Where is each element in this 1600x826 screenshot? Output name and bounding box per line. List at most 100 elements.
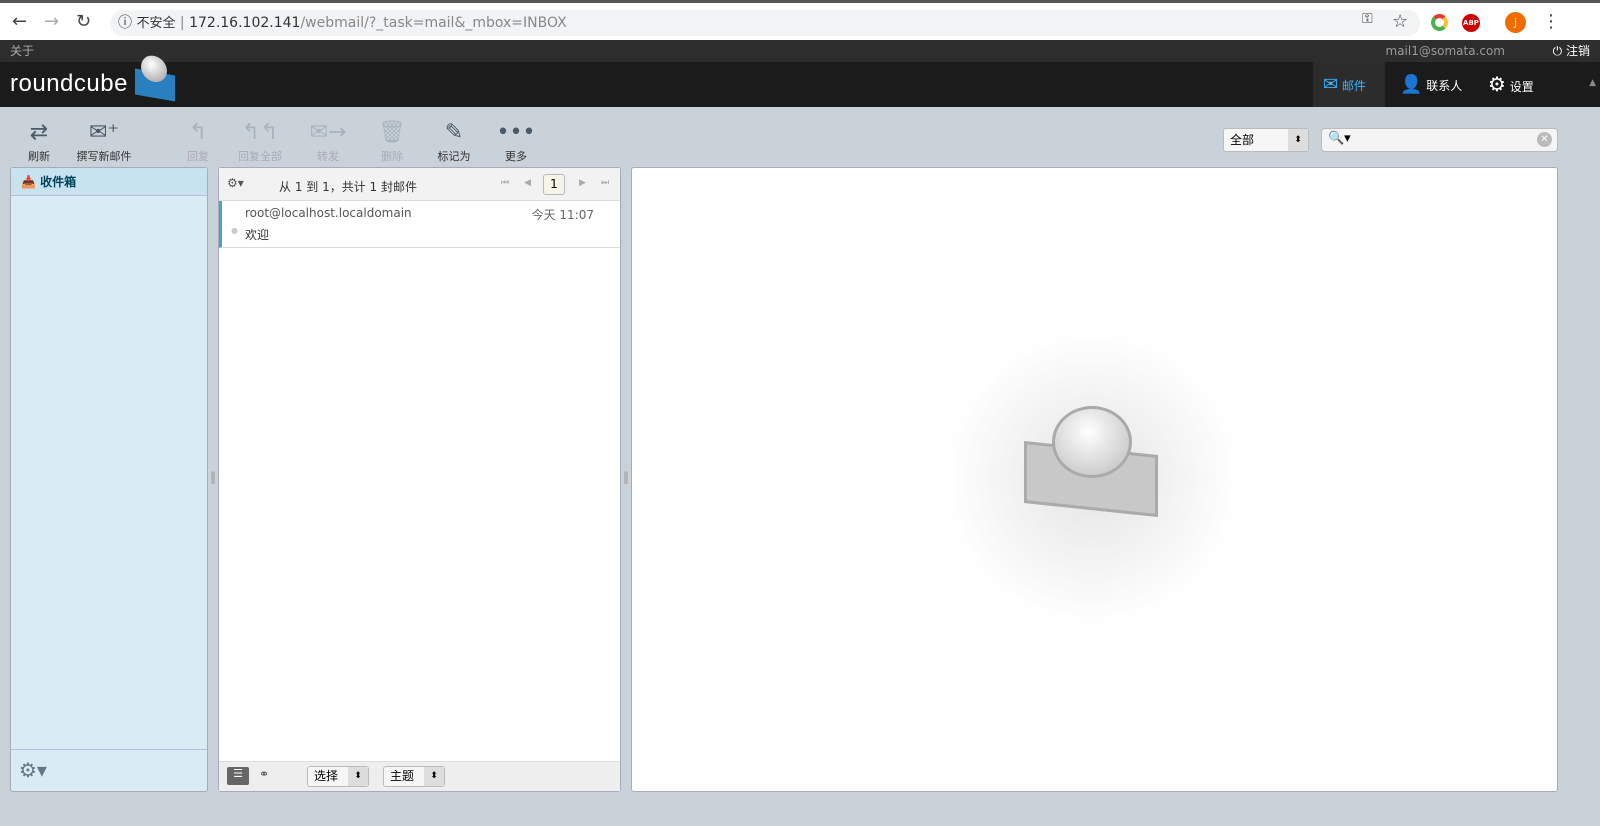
address-bar[interactable]: ⓘ 不安全 | 172.16.102.141/webmail/?_task=ma… xyxy=(110,10,1420,36)
message-count: 从 1 到 1，共计 1 封邮件 xyxy=(279,180,417,194)
chrome-extension-icon[interactable] xyxy=(1431,14,1448,31)
button-label: 删除 xyxy=(381,150,403,163)
gear-icon: ⚙ xyxy=(1488,72,1506,96)
splitter-handle[interactable]: ‖ xyxy=(623,470,629,484)
splitter-handle[interactable]: ‖ xyxy=(210,470,216,484)
thread-dropdown[interactable]: 主题 ⬍ xyxy=(383,766,445,787)
task-label: 设置 xyxy=(1509,80,1534,94)
top-bar: 关于 mail1@somata.com ⏻ 注销 xyxy=(0,40,1600,62)
button-label: 标记为 xyxy=(437,150,471,163)
filter-value: 全部 xyxy=(1230,133,1255,147)
reply-icon: ↰ xyxy=(188,120,208,145)
button-label: 回复 xyxy=(187,150,209,163)
toolbar: ⇄ 刷新 ✉⁺ 撰写新邮件 ↰ 回复 ↰↰ 回复全部 ✉→ 转发 🗑 删除 ✎ 标记为 •••… xyxy=(0,118,1600,166)
profile-avatar[interactable]: j xyxy=(1505,12,1526,33)
collapse-icon[interactable]: ▲ xyxy=(1589,78,1596,88)
url-path: /webmail/?_task=mail&_mbox=INBOX xyxy=(300,15,567,31)
forward-mail-icon: ✉→ xyxy=(309,120,347,145)
logout-button[interactable]: ⏻ 注销 xyxy=(1553,40,1590,62)
forward-icon[interactable]: → xyxy=(44,11,59,32)
thread-label: 主题 xyxy=(390,769,415,783)
message-row[interactable]: root@localhost.localdomain 今天 11:07 ● 欢迎 xyxy=(219,201,620,248)
folder-label: 收件箱 xyxy=(40,175,77,189)
clear-icon[interactable]: ✕ xyxy=(1537,132,1552,147)
contact-icon: 👤 xyxy=(1400,74,1423,95)
pen-icon: ✎ xyxy=(444,120,464,145)
app-header: roundcube ✉ 邮件 👤 联系人 ⚙ 设置 ▲ xyxy=(0,53,1600,107)
mark-button[interactable]: ✎ 标记为 xyxy=(432,118,476,164)
key-icon[interactable]: ⚿ xyxy=(1362,11,1373,27)
search-input[interactable] xyxy=(1358,131,1528,146)
mail-icon: ✉ xyxy=(1323,74,1339,95)
thread-view-icon[interactable]: ⚭ xyxy=(259,767,269,781)
logo[interactable]: roundcube xyxy=(10,53,176,102)
select-arrows-icon: ⬍ xyxy=(348,767,368,786)
button-label: 转发 xyxy=(317,150,339,163)
button-label: 撰写新邮件 xyxy=(76,150,132,163)
reply-button[interactable]: ↰ 回复 xyxy=(176,118,220,164)
unread-dot-icon[interactable]: ● xyxy=(231,226,238,235)
menu-icon[interactable]: ⋮ xyxy=(1542,11,1560,32)
last-page-icon[interactable]: ⏭ xyxy=(601,178,609,188)
reply-all-icon: ↰↰ xyxy=(241,120,279,145)
logout-label: 注销 xyxy=(1565,44,1590,58)
logo-cube-icon xyxy=(135,53,176,102)
adblock-icon[interactable]: ABP xyxy=(1462,14,1480,32)
first-page-icon[interactable]: ⏮ xyxy=(501,178,509,188)
button-label: 刷新 xyxy=(28,150,50,163)
button-label: 回复全部 xyxy=(238,150,282,163)
search-box[interactable]: 🔍▾ ✕ xyxy=(1321,128,1558,152)
search-icon[interactable]: 🔍▾ xyxy=(1328,131,1351,146)
preview-panel xyxy=(631,167,1558,792)
task-label: 邮件 xyxy=(1341,79,1366,93)
info-icon: ⓘ xyxy=(118,15,132,31)
page-number[interactable]: 1 xyxy=(543,174,565,195)
select-arrows-icon: ⬍ xyxy=(1288,129,1308,151)
refresh-button[interactable]: ⇄ 刷新 xyxy=(20,118,58,164)
star-icon[interactable]: ☆ xyxy=(1392,11,1408,32)
refresh-icon: ⇄ xyxy=(29,120,49,145)
message-from: root@localhost.localdomain xyxy=(245,206,412,220)
folder-settings-icon[interactable]: ⚙▾ xyxy=(19,758,57,784)
message-list-panel: ⚙▾ 从 1 到 1，共计 1 封邮件 ⏮ ◀ 1 ▶ ⏭ root@local… xyxy=(218,167,621,792)
more-icon: ••• xyxy=(496,120,536,145)
list-header: ⚙▾ 从 1 到 1，共计 1 封邮件 ⏮ ◀ 1 ▶ ⏭ xyxy=(219,168,620,201)
trash-icon: 🗑 xyxy=(378,120,406,145)
select-arrows-icon: ⬍ xyxy=(424,767,444,786)
reply-all-button[interactable]: ↰↰ 回复全部 xyxy=(230,118,290,164)
next-page-icon[interactable]: ▶ xyxy=(579,178,586,188)
task-contacts[interactable]: 👤 联系人 xyxy=(1390,62,1472,107)
filter-select[interactable]: 全部 ⬍ xyxy=(1223,128,1309,152)
list-options-icon[interactable]: ⚙▾ xyxy=(227,176,244,190)
task-settings[interactable]: ⚙ 设置 xyxy=(1478,62,1544,107)
task-label: 联系人 xyxy=(1426,79,1463,93)
compose-icon: ✉⁺ xyxy=(88,120,120,145)
username: mail1@somata.com xyxy=(1385,44,1505,58)
watermark-sphere xyxy=(1052,406,1132,478)
compose-button[interactable]: ✉⁺ 撰写新邮件 xyxy=(72,118,136,164)
select-dropdown[interactable]: 选择 ⬍ xyxy=(307,766,369,787)
url-host: 172.16.102.141 xyxy=(189,15,301,31)
reload-icon[interactable]: ↻ xyxy=(76,11,91,32)
power-icon: ⏻ xyxy=(1552,44,1563,58)
message-subject: 欢迎 xyxy=(245,228,270,242)
folder-footer: ⚙▾ xyxy=(11,749,207,791)
select-label: 选择 xyxy=(314,769,339,783)
list-view-icon[interactable]: ☰ xyxy=(227,767,249,785)
insecure-label: 不安全 xyxy=(136,16,176,31)
browser-bar: ← → ↻ ⓘ 不安全 | 172.16.102.141/webmail/?_t… xyxy=(0,0,1600,40)
button-label: 更多 xyxy=(505,150,527,163)
message-date: 今天 11:07 xyxy=(531,208,594,222)
task-mail[interactable]: ✉ 邮件 xyxy=(1313,62,1385,107)
folder-panel: 📥 收件箱 ⚙▾ xyxy=(10,167,208,792)
more-button[interactable]: ••• 更多 xyxy=(496,118,536,164)
delete-button[interactable]: 🗑 删除 xyxy=(372,118,412,164)
logo-text: roundcube xyxy=(10,70,128,97)
list-footer: ☰ ⚭ 选择 ⬍ 主题 ⬍ xyxy=(219,761,620,791)
folder-inbox[interactable]: 📥 收件箱 xyxy=(11,168,207,196)
forward-button[interactable]: ✉→ 转发 xyxy=(306,118,350,164)
inbox-icon: 📥 xyxy=(21,175,36,189)
prev-page-icon[interactable]: ◀ xyxy=(524,178,531,188)
about-link[interactable]: 关于 xyxy=(10,40,34,62)
back-icon[interactable]: ← xyxy=(12,11,27,32)
